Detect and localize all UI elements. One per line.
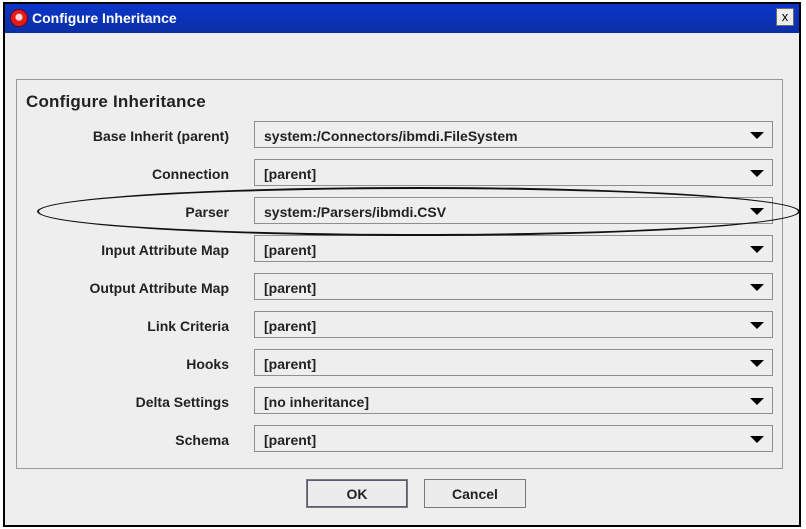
schema-label: Schema [175,432,229,448]
group-title: Configure Inheritance [26,92,206,111]
row-parser: Parser system:/Parsers/ibmdi.CSV [17,197,782,225]
parser-value: system:/Parsers/ibmdi.CSV [264,204,447,220]
chevron-down-icon[interactable] [750,322,764,329]
row-input-attribute-map: Input Attribute Map [parent] [17,235,782,263]
chevron-down-icon[interactable] [750,398,764,405]
cancel-button[interactable]: Cancel [424,479,526,508]
input-attribute-map-select[interactable]: [parent] [254,235,773,262]
output-attribute-map-select[interactable]: [parent] [254,273,773,300]
chevron-down-icon[interactable] [750,132,764,139]
chevron-down-icon[interactable] [750,208,764,215]
base-inherit-value: system:/Connectors/ibmdi.FileSystem [264,128,518,144]
schema-select[interactable]: [parent] [254,425,773,452]
delta-settings-label: Delta Settings [135,394,229,410]
schema-value: [parent] [264,432,317,448]
title-bar[interactable]: Configure Inheritance x [5,4,799,33]
link-criteria-label: Link Criteria [147,318,229,334]
app-icon [11,10,27,26]
connection-label: Connection [152,166,229,182]
close-button[interactable]: x [776,8,794,26]
link-criteria-value: [parent] [264,318,317,334]
chevron-down-icon[interactable] [750,436,764,443]
row-delta-settings: Delta Settings [no inheritance] [17,387,782,415]
chevron-down-icon[interactable] [750,170,764,177]
row-schema: Schema [parent] [17,425,782,453]
chevron-down-icon[interactable] [750,360,764,367]
connection-select[interactable]: [parent] [254,159,773,186]
hooks-value: [parent] [264,356,317,372]
link-criteria-select[interactable]: [parent] [254,311,773,338]
configure-inheritance-dialog: Configure Inheritance x Configure Inheri… [3,2,801,527]
row-link-criteria: Link Criteria [parent] [17,311,782,339]
base-inherit-select[interactable]: system:/Connectors/ibmdi.FileSystem [254,121,773,148]
parser-label: Parser [185,204,229,220]
row-hooks: Hooks [parent] [17,349,782,377]
output-attribute-map-value: [parent] [264,280,317,296]
window-title: Configure Inheritance [32,10,177,26]
connection-value: [parent] [264,166,317,182]
hooks-select[interactable]: [parent] [254,349,773,376]
row-base-inherit: Base Inherit (parent) system:/Connectors… [17,121,782,149]
chevron-down-icon[interactable] [750,246,764,253]
output-attribute-map-label: Output Attribute Map [89,280,229,296]
input-attribute-map-value: [parent] [264,242,317,258]
input-attribute-map-label: Input Attribute Map [101,242,229,258]
hooks-label: Hooks [186,356,229,372]
ok-button[interactable]: OK [306,479,408,508]
row-output-attribute-map: Output Attribute Map [parent] [17,273,782,301]
base-inherit-label: Base Inherit (parent) [92,128,229,144]
inheritance-group: Configure Inheritance Base Inherit (pare… [16,79,783,469]
row-connection: Connection [parent] [17,159,782,187]
delta-settings-select[interactable]: [no inheritance] [254,387,773,414]
delta-settings-value: [no inheritance] [264,394,370,410]
chevron-down-icon[interactable] [750,284,764,291]
parser-select[interactable]: system:/Parsers/ibmdi.CSV [254,197,773,224]
